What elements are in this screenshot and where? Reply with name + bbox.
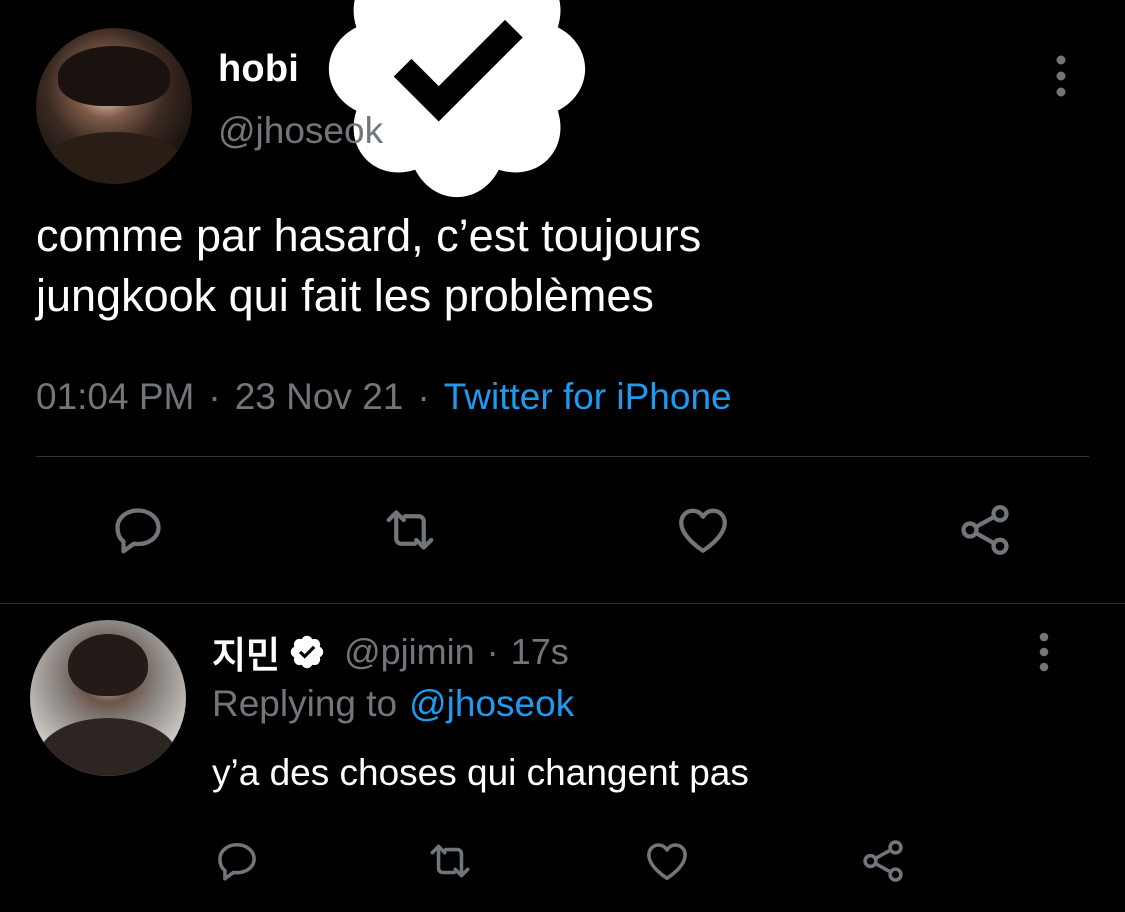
- tweet-date[interactable]: 23 Nov 21: [235, 376, 404, 418]
- like-icon[interactable]: [673, 500, 733, 560]
- author-name[interactable]: hobi: [218, 48, 299, 91]
- author-handle[interactable]: @jhoseok: [218, 110, 383, 152]
- replying-to: Replying to @jhoseok: [212, 680, 574, 728]
- more-options-icon[interactable]: [1029, 630, 1059, 674]
- author-handle[interactable]: @pjimin: [344, 631, 475, 673]
- tweet-meta: 01:04 PM · 23 Nov 21 · Twitter for iPhon…: [36, 372, 732, 422]
- replying-label: Replying to: [212, 683, 398, 724]
- tweet-time[interactable]: 17s: [511, 631, 569, 673]
- reply-icon[interactable]: [212, 836, 262, 886]
- divider: [36, 456, 1089, 457]
- verified-badge-icon: [288, 633, 326, 671]
- meta-separator: ·: [208, 376, 221, 417]
- retweet-icon[interactable]: [425, 836, 475, 886]
- tweet-source-link[interactable]: Twitter for iPhone: [444, 376, 732, 418]
- retweet-icon[interactable]: [380, 500, 440, 560]
- more-options-icon[interactable]: [1046, 52, 1076, 100]
- tweet-thread: hobi @jhoseok comme par hasard, c’est to…: [0, 0, 1125, 912]
- share-icon[interactable]: [858, 836, 908, 886]
- reply-icon[interactable]: [108, 500, 168, 560]
- tweet-time[interactable]: 01:04 PM: [36, 376, 194, 418]
- main-tweet[interactable]: hobi @jhoseok comme par hasard, c’est to…: [0, 0, 1125, 603]
- share-icon[interactable]: [955, 500, 1015, 560]
- avatar[interactable]: [30, 620, 186, 776]
- meta-separator: ·: [486, 631, 499, 672]
- like-icon[interactable]: [642, 836, 692, 886]
- tweet-text: comme par hasard, c’est toujours jungkoo…: [36, 210, 702, 321]
- meta-separator: ·: [417, 376, 430, 417]
- author-name[interactable]: 지민: [212, 625, 280, 679]
- mention-link[interactable]: @jhoseok: [409, 683, 574, 725]
- avatar[interactable]: [36, 28, 192, 184]
- section-divider: [0, 603, 1125, 604]
- author-name-row: hobi: [218, 0, 607, 198]
- tweet-text: y’a des choses qui changent pas: [212, 752, 749, 793]
- reply-header: 지민 @pjimin · 17s: [212, 626, 569, 678]
